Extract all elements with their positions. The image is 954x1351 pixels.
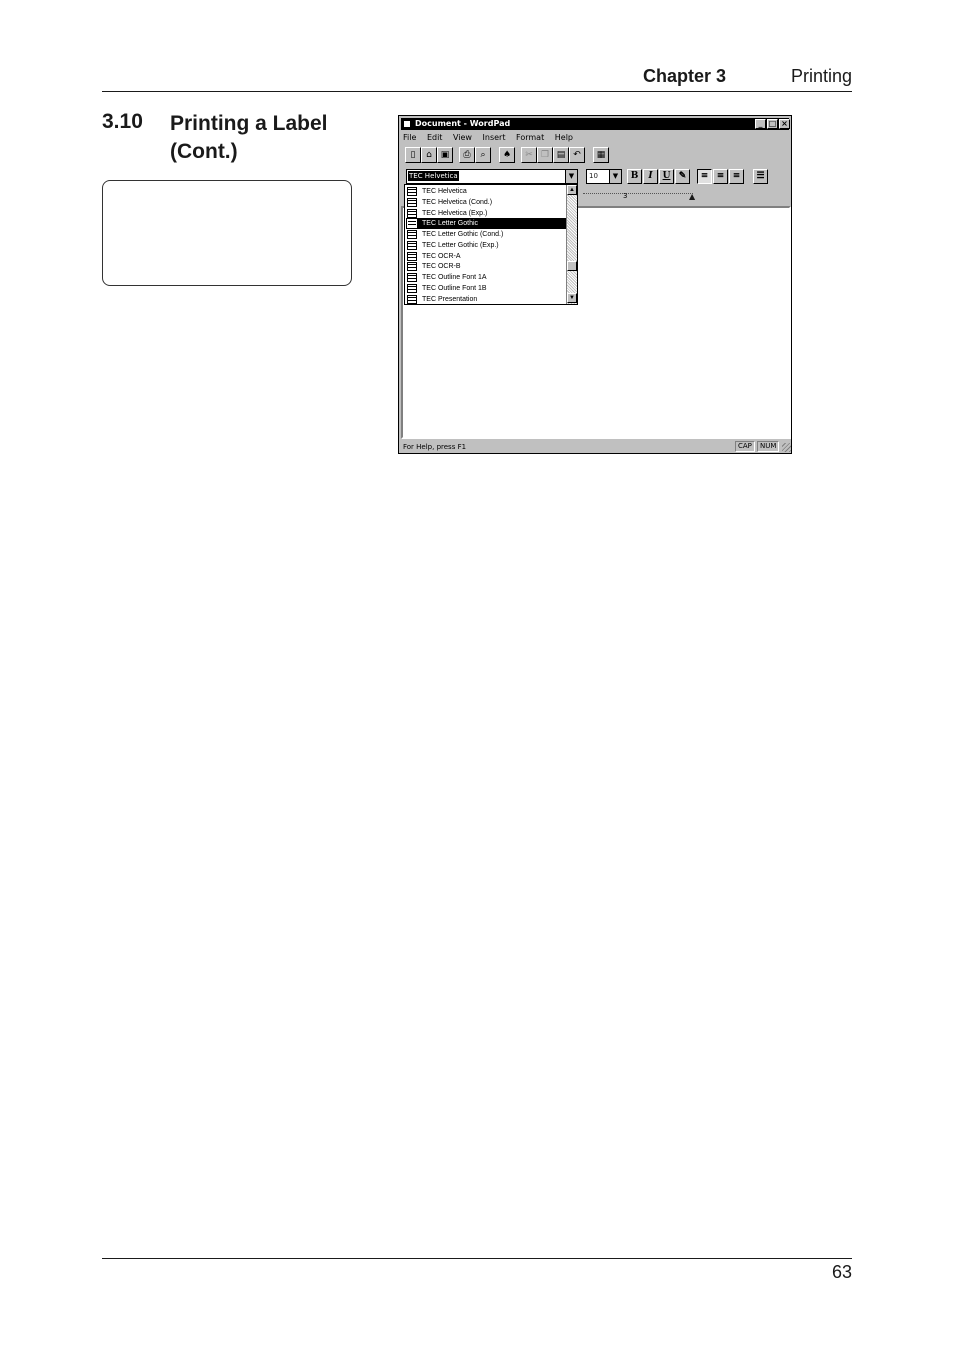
- font-option-selected[interactable]: TEC Letter Gothic: [406, 218, 566, 229]
- close-icon[interactable]: ×: [779, 119, 790, 129]
- note-box: [102, 180, 352, 286]
- underline-button[interactable]: U: [659, 169, 674, 184]
- font-option[interactable]: TEC Helvetica: [406, 186, 566, 197]
- font-option[interactable]: TEC Outline Font 1B: [406, 283, 566, 294]
- color-icon[interactable]: ✎: [675, 169, 690, 184]
- font-dropdown-list: TEC Helvetica TEC Helvetica (Cond.) TEC …: [404, 184, 578, 305]
- printer-font-icon: [407, 198, 417, 207]
- printer-font-icon: [407, 230, 417, 239]
- menu-edit[interactable]: Edit: [427, 133, 443, 142]
- menu-help[interactable]: Help: [555, 133, 573, 142]
- status-bar: For Help, press F1 CAP NUM: [401, 441, 791, 453]
- title-bar: Document - WordPad _ □ ×: [401, 118, 790, 130]
- bold-button[interactable]: B: [627, 169, 642, 184]
- maximize-icon[interactable]: □: [767, 119, 778, 129]
- footer-rule: [102, 1258, 852, 1259]
- scroll-up-icon[interactable]: ▲: [567, 185, 577, 195]
- insert-date-icon[interactable]: ▦: [593, 147, 609, 163]
- menu-format[interactable]: Format: [516, 133, 544, 142]
- header-rule: [102, 91, 852, 92]
- font-size-value: 10: [589, 172, 598, 180]
- font-option[interactable]: TEC Presentation: [406, 294, 566, 305]
- wordpad-icon: [403, 120, 411, 128]
- undo-icon[interactable]: ↶: [569, 147, 585, 163]
- printer-font-icon: [407, 262, 417, 271]
- font-size-combo[interactable]: 10 ▼: [586, 169, 622, 184]
- printer-font-icon: [407, 241, 417, 250]
- printer-font-icon: [407, 187, 417, 196]
- font-name-combo[interactable]: TEC Helvetica ▼: [406, 169, 578, 184]
- new-icon[interactable]: ▯: [405, 147, 421, 163]
- font-option[interactable]: TEC Letter Gothic (Exp.): [406, 240, 566, 251]
- window-title: Document - WordPad: [415, 119, 511, 128]
- font-option[interactable]: TEC Helvetica (Cond.): [406, 197, 566, 208]
- cap-indicator: CAP: [735, 441, 755, 452]
- status-help-text: For Help, press F1: [403, 443, 467, 451]
- paste-icon[interactable]: ▤: [553, 147, 569, 163]
- printer-font-icon: [407, 295, 417, 304]
- printer-font-icon: [407, 252, 417, 261]
- align-left-icon[interactable]: ≡: [697, 169, 712, 184]
- chevron-down-icon[interactable]: ▼: [609, 170, 621, 183]
- find-icon[interactable]: ♠: [499, 147, 515, 163]
- scroll-thumb[interactable]: [567, 261, 577, 271]
- print-preview-icon[interactable]: ⌕: [475, 147, 491, 163]
- print-icon[interactable]: ⎙: [459, 147, 475, 163]
- chapter-label: Chapter 3: [643, 66, 727, 86]
- align-right-icon[interactable]: ≡: [729, 169, 744, 184]
- menu-bar: File Edit View Insert Format Help: [403, 132, 581, 144]
- font-option[interactable]: TEC Outline Font 1A: [406, 272, 566, 283]
- italic-button[interactable]: I: [643, 169, 658, 184]
- font-option[interactable]: TEC Letter Gothic (Cond.): [406, 229, 566, 240]
- cut-icon[interactable]: ✂: [521, 147, 537, 163]
- printer-font-icon: [407, 273, 417, 282]
- num-indicator: NUM: [757, 441, 780, 452]
- chapter-title: Printing: [790, 66, 852, 86]
- printer-font-icon: [407, 219, 417, 228]
- align-center-icon[interactable]: ≡: [713, 169, 728, 184]
- printer-font-icon: [407, 284, 417, 293]
- menu-insert[interactable]: Insert: [483, 133, 506, 142]
- bullets-icon[interactable]: ☰: [753, 169, 768, 184]
- page-header: Chapter 3 Printing: [102, 64, 852, 90]
- minimize-icon[interactable]: _: [755, 119, 766, 129]
- chevron-down-icon[interactable]: ▼: [565, 170, 577, 183]
- section-number: 3.10: [102, 110, 143, 133]
- right-indent-icon[interactable]: ▲: [689, 192, 695, 201]
- save-icon[interactable]: ▣: [437, 147, 453, 163]
- menu-view[interactable]: View: [453, 133, 472, 142]
- ruler-number: 3: [623, 192, 628, 200]
- standard-toolbar: ▯ ⌂ ▣ ⎙ ⌕ ♠ ✂ ❐ ▤ ↶ ▦: [403, 147, 787, 165]
- open-icon[interactable]: ⌂: [421, 147, 437, 163]
- scroll-down-icon[interactable]: ▼: [567, 293, 577, 303]
- printer-font-icon: [407, 209, 417, 218]
- font-name-value: TEC Helvetica: [408, 171, 459, 181]
- copy-icon[interactable]: ❐: [537, 147, 553, 163]
- page-number: 63: [831, 1262, 852, 1282]
- ruler-ticks: [583, 193, 693, 201]
- section-title: Printing a Label (Cont.): [170, 112, 328, 163]
- font-option[interactable]: TEC OCR-B: [406, 261, 566, 272]
- dropdown-scrollbar[interactable]: ▲ ▼: [566, 185, 577, 304]
- resize-grip-icon[interactable]: [782, 443, 791, 452]
- menu-file[interactable]: File: [403, 133, 416, 142]
